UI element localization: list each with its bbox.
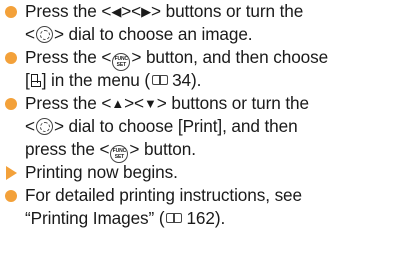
step-1-line-1: Press the <◀><▶> buttons or turn the xyxy=(25,1,304,21)
step-2-line-1: Press the < FUNC SET > button, and then cho… xyxy=(25,46,328,71)
step-1-line-2: < > dial to choose an image. xyxy=(25,24,253,44)
bullet-icon xyxy=(5,190,17,202)
step-1: Press the <◀><▶> buttons or turn the < > … xyxy=(0,0,393,46)
note-line-1: For detailed printing instructions, see xyxy=(25,185,302,205)
page-reference-book-icon xyxy=(165,213,184,225)
bullet-icon xyxy=(5,98,17,110)
page-ref-34[interactable]: 34 xyxy=(172,70,191,90)
result: Printing now begins. xyxy=(0,161,393,184)
step-3-line-2: < > dial to choose [Print], and then xyxy=(25,116,298,136)
page-ref-162[interactable]: 162 xyxy=(186,208,214,228)
note: For detailed printing instructions, see … xyxy=(0,184,393,230)
result-text: Printing now begins. xyxy=(25,162,178,182)
down-arrow-button-icon: ▼ xyxy=(143,96,157,111)
page-reference-book-icon xyxy=(151,75,170,87)
up-arrow-button-icon: ▲ xyxy=(111,96,125,111)
instruction-page: Press the <◀><▶> buttons or turn the < > … xyxy=(0,0,393,265)
step-3: Press the <▲><▼> buttons or turn the < > … xyxy=(0,92,393,163)
bullet-icon xyxy=(5,52,17,64)
control-dial-icon xyxy=(35,118,53,135)
left-arrow-button-icon: ◀ xyxy=(111,4,122,19)
result-arrow-icon xyxy=(6,166,17,180)
print-menu-icon xyxy=(30,74,42,88)
note-line-2: “Printing Images” (162). xyxy=(25,208,226,228)
step-3-line-1: Press the <▲><▼> buttons or turn the xyxy=(25,93,309,113)
step-2-line-2: [] in the menu (34). xyxy=(25,70,202,90)
control-dial-icon xyxy=(35,26,53,43)
right-arrow-button-icon: ▶ xyxy=(141,4,152,19)
bullet-icon xyxy=(5,6,17,18)
step-2: Press the < FUNC SET > button, and then cho… xyxy=(0,46,393,92)
step-3-line-3: press the < FUNC SET > button. xyxy=(25,138,196,163)
